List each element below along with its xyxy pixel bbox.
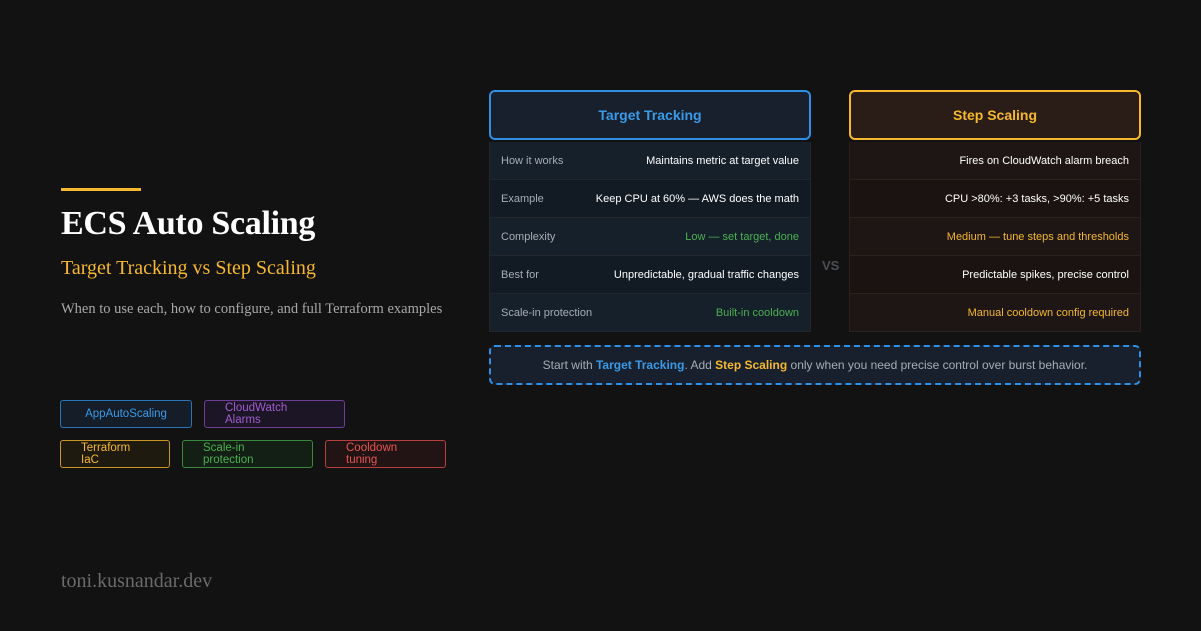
row-value: Built-in cooldown (715, 306, 799, 319)
row-value: Predictable spikes, precise control (962, 268, 1129, 281)
row-label: Example (501, 192, 544, 205)
note-prefix: Start with (542, 358, 593, 372)
target-tracking-rows: How it works Maintains metric at target … (489, 142, 811, 332)
note-middle: . Add (684, 358, 712, 372)
row-value: Maintains metric at target value (646, 154, 799, 167)
row-label: Complexity (501, 230, 556, 243)
table-row: How it works Maintains metric at target … (489, 142, 811, 180)
tag-list: AppAutoScaling CloudWatch Alarms Terrafo… (60, 400, 460, 480)
table-row: Example Keep CPU at 60% — AWS does the m… (489, 180, 811, 218)
tag-row: AppAutoScaling CloudWatch Alarms (60, 400, 460, 428)
tag-cooldown-tuning: Cooldown tuning (325, 440, 446, 468)
row-label: How it works (501, 154, 564, 167)
table-row: Complexity Low — set target, done (489, 218, 811, 256)
table-row: Best for Unpredictable, gradual traffic … (489, 256, 811, 294)
row-value: Fires on CloudWatch alarm breach (959, 154, 1129, 167)
note-highlight-step-scaling: Step Scaling (715, 358, 788, 372)
page-description: When to use each, how to configure, and … (61, 301, 443, 317)
note-suffix: only when you need precise control over … (790, 358, 1088, 372)
table-row: Medium — tune steps and thresholds (849, 218, 1141, 256)
table-row: Fires on CloudWatch alarm breach (849, 142, 1141, 180)
note-highlight-target-tracking: Target Tracking (595, 358, 685, 372)
row-value: Keep CPU at 60% — AWS does the math (595, 192, 799, 205)
row-value: Manual cooldown config required (967, 306, 1129, 319)
accent-bar (61, 188, 141, 191)
target-tracking-header: Target Tracking (489, 90, 811, 140)
page-subtitle: Target Tracking vs Step Scaling (61, 257, 316, 279)
vs-label: VS (822, 258, 840, 273)
tag-appautoscaling: AppAutoScaling (60, 400, 192, 428)
page-title: ECS Auto Scaling (61, 205, 316, 242)
row-label: Scale-in protection (501, 306, 593, 319)
recommendation-note: Start with Target Tracking. Add Step Sca… (489, 345, 1141, 385)
row-label: Best for (501, 268, 539, 281)
footer-domain: toni.kusnandar.dev (61, 570, 213, 592)
table-row: CPU >80%: +3 tasks, >90%: +5 tasks (849, 180, 1141, 218)
tag-terraform-iac: Terraform IaC (60, 440, 170, 468)
row-value: Low — set target, done (685, 230, 799, 243)
table-row: Scale-in protection Built-in cooldown (489, 294, 811, 332)
row-value: Unpredictable, gradual traffic changes (613, 268, 799, 281)
tag-cloudwatch-alarms: CloudWatch Alarms (204, 400, 345, 428)
target-tracking-column: Target Tracking How it works Maintains m… (489, 90, 811, 332)
step-scaling-rows: Fires on CloudWatch alarm breach CPU >80… (849, 142, 1141, 332)
step-scaling-header: Step Scaling (849, 90, 1141, 140)
tag-scale-in-protection: Scale-in protection (182, 440, 313, 468)
row-value: Medium — tune steps and thresholds (946, 230, 1129, 243)
row-value: CPU >80%: +3 tasks, >90%: +5 tasks (944, 192, 1129, 205)
tag-row: Terraform IaC Scale-in protection Cooldo… (60, 440, 460, 468)
table-row: Predictable spikes, precise control (849, 256, 1141, 294)
table-row: Manual cooldown config required (849, 294, 1141, 332)
step-scaling-column: Step Scaling Fires on CloudWatch alarm b… (849, 90, 1141, 332)
